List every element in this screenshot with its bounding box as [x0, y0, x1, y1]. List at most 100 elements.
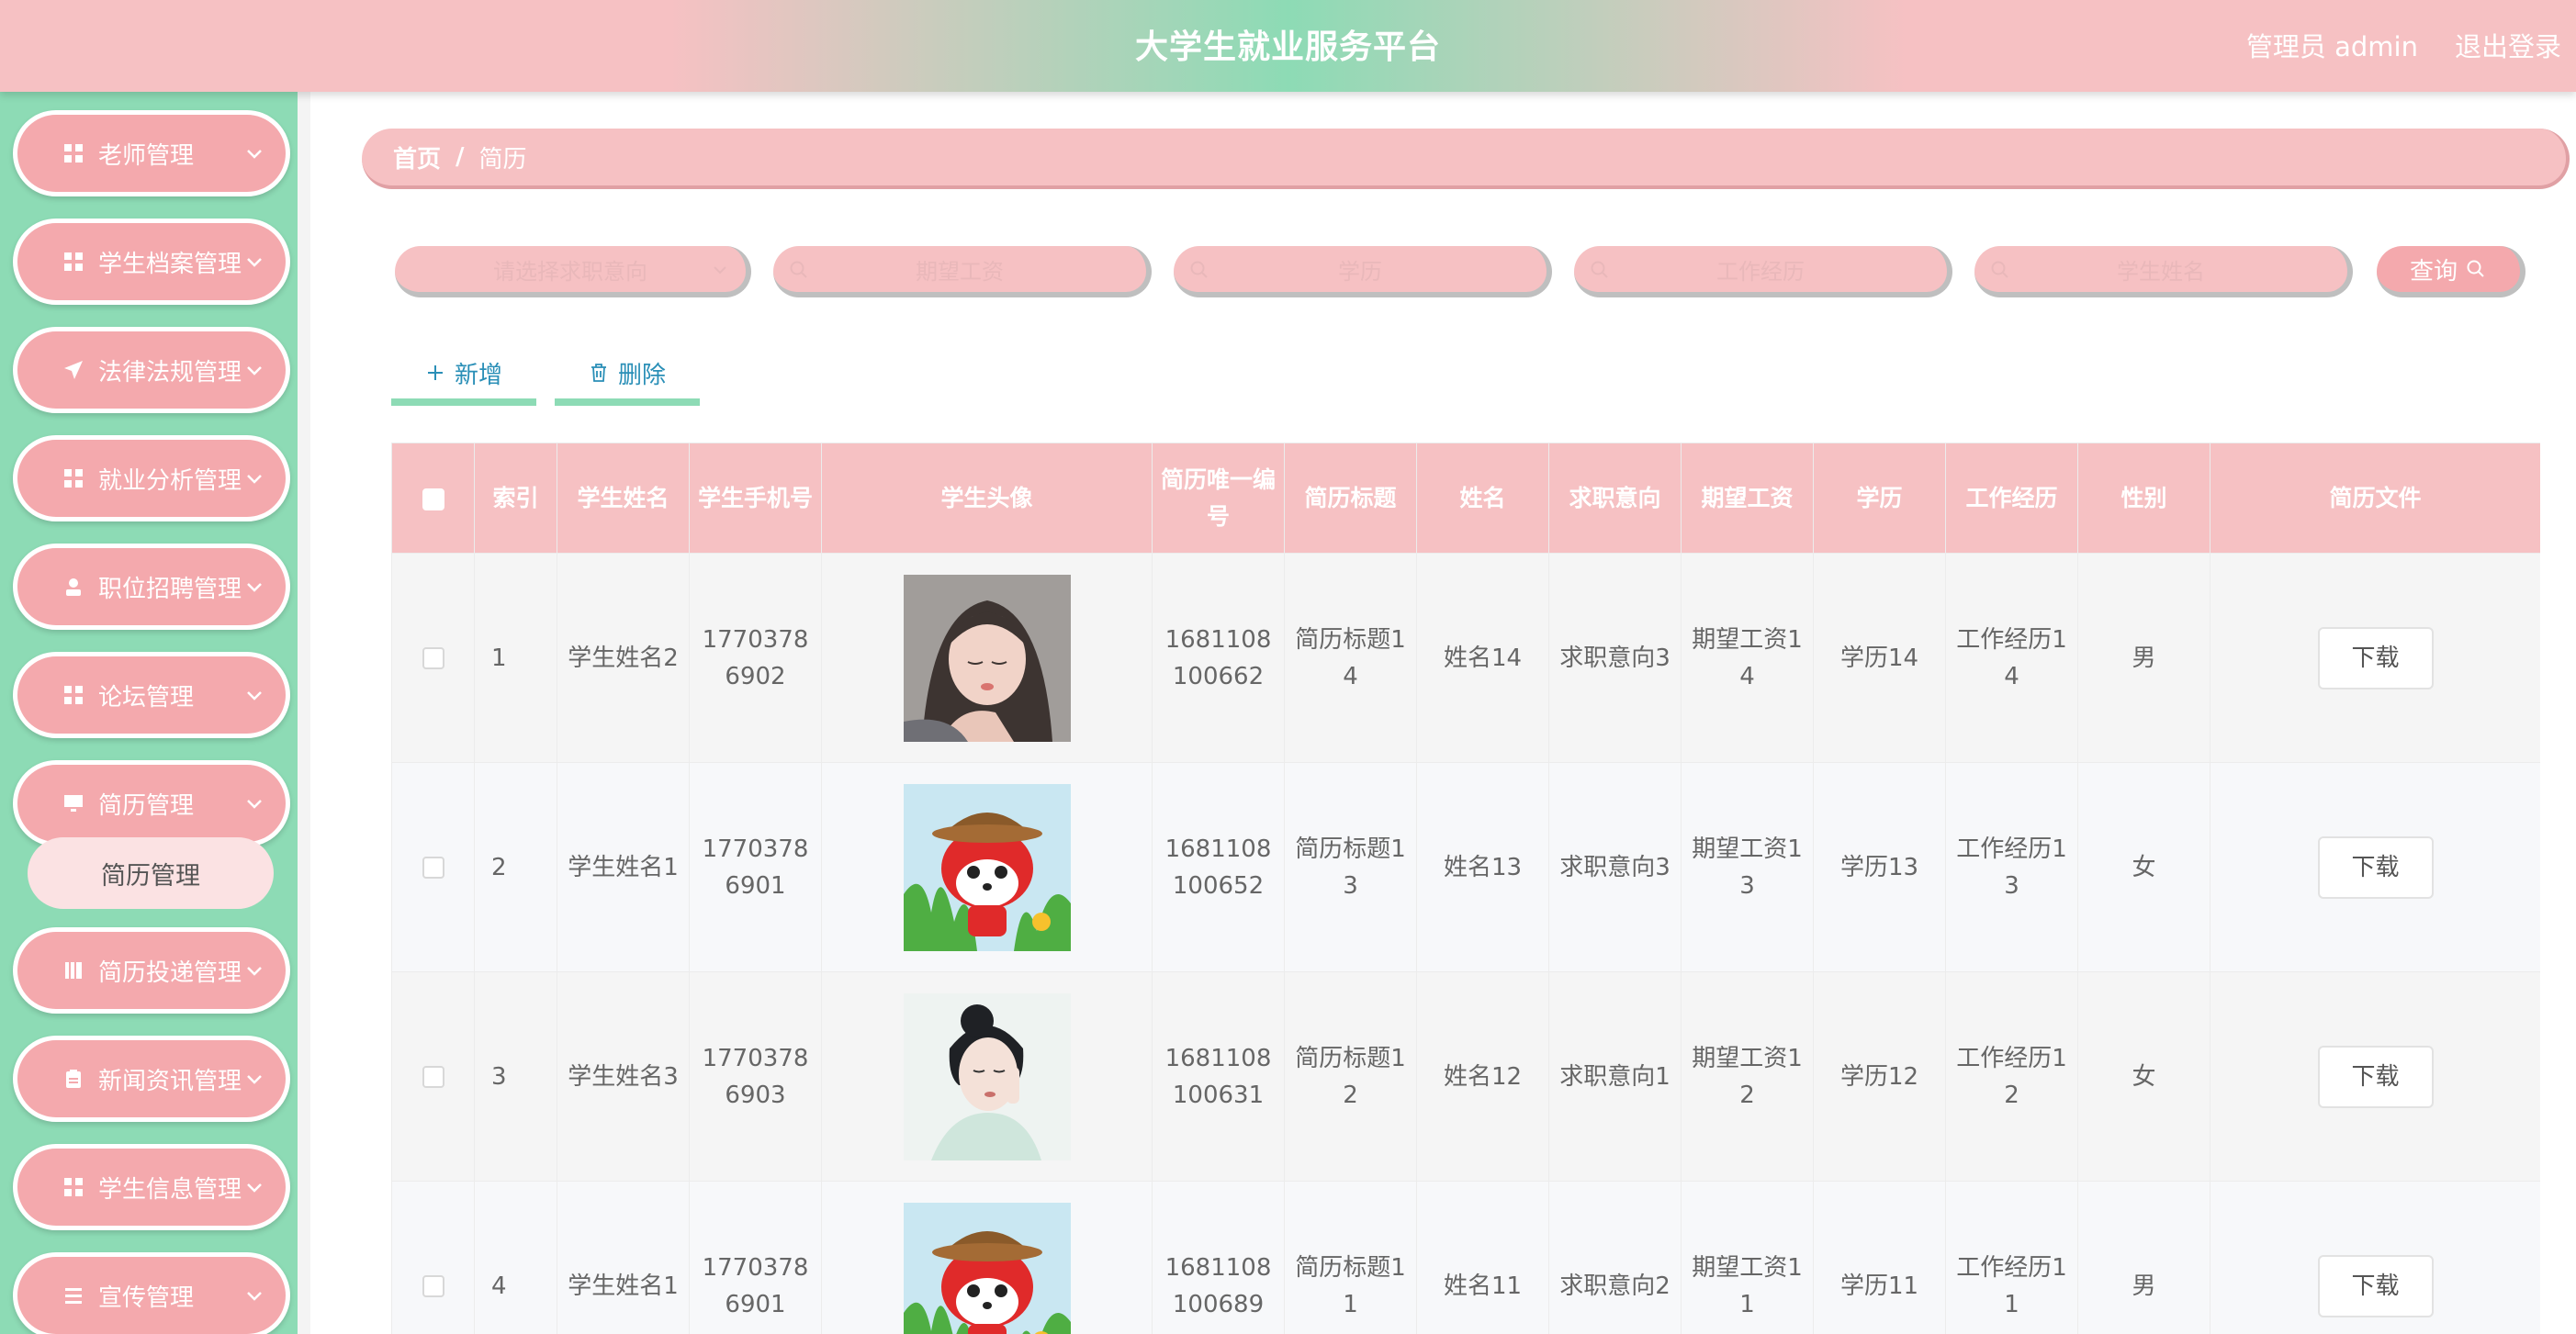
cell-name: 姓名12 — [1416, 971, 1549, 1182]
grid-icon — [60, 1173, 87, 1201]
cell-resume-title: 简历标题13 — [1284, 762, 1417, 972]
download-button[interactable]: 下载 — [2317, 1045, 2434, 1108]
send-icon — [60, 356, 87, 384]
search-icon — [1591, 261, 1608, 278]
experience-placeholder: 工作经历 — [1716, 258, 1805, 285]
cell-education: 学历14 — [1813, 553, 1946, 763]
resume-table: 索引 学生姓名 学生手机号 学生头像 简历唯一编号 简历标题 姓名 求职意向 期… — [391, 443, 2540, 1334]
select-all-checkbox[interactable] — [422, 488, 444, 510]
row-checkbox[interactable] — [422, 857, 444, 879]
chevron-down-icon — [247, 800, 262, 809]
download-button[interactable]: 下载 — [2317, 626, 2434, 689]
header-experience: 工作经历 — [1945, 443, 2078, 554]
add-button[interactable]: 新增 — [391, 347, 536, 406]
row-checkbox[interactable] — [422, 1275, 444, 1297]
education-input[interactable]: 学历 — [1174, 246, 1552, 297]
breadcrumb-home[interactable]: 首页 — [393, 140, 441, 174]
sidebar-item-laws[interactable]: 法律法规管理 — [13, 327, 290, 413]
cell-phone: 17703786902 — [689, 553, 822, 763]
cell-phone: 17703786901 — [689, 1181, 822, 1334]
chevron-down-icon — [247, 583, 262, 592]
chevron-down-icon — [247, 1183, 262, 1193]
table-row: 1 学生姓名2 17703786902 1681108100662 简历标题14… — [391, 553, 2540, 763]
chevron-down-icon — [714, 266, 726, 275]
cell-avatar — [821, 971, 1153, 1182]
header-select-all[interactable] — [391, 443, 475, 554]
cell-student-name: 学生姓名1 — [557, 1181, 690, 1334]
chevron-down-icon — [247, 967, 262, 976]
header-name: 姓名 — [1416, 443, 1549, 554]
row-checkbox[interactable] — [422, 1066, 444, 1088]
experience-input[interactable]: 工作经历 — [1574, 246, 1952, 297]
cell-resume-id: 1681108100631 — [1152, 971, 1285, 1182]
table-header-row: 索引 学生姓名 学生手机号 学生头像 简历唯一编号 简历标题 姓名 求职意向 期… — [391, 443, 2540, 554]
submenu-item-resume[interactable]: 简历管理 — [28, 837, 274, 909]
search-icon — [1190, 261, 1208, 278]
header-resume-id: 简历唯一编号 — [1152, 443, 1285, 554]
row-checkbox-cell[interactable] — [391, 1181, 475, 1334]
cell-phone: 17703786903 — [689, 971, 822, 1182]
delete-button[interactable]: 删除 — [555, 347, 700, 406]
cell-gender: 男 — [2077, 553, 2210, 763]
row-checkbox-cell[interactable] — [391, 762, 475, 972]
cell-resume-id: 1681108100662 — [1152, 553, 1285, 763]
cell-index: 3 — [474, 971, 557, 1182]
sidebar-item-resume-delivery[interactable]: 简历投递管理 — [13, 927, 290, 1014]
cell-job-intent: 求职意向3 — [1548, 553, 1682, 763]
cell-resume-file: 下载 — [2210, 1181, 2540, 1334]
salary-input[interactable]: 期望工资 — [773, 246, 1152, 297]
search-icon — [1991, 261, 2008, 278]
cell-salary: 期望工资13 — [1681, 762, 1814, 972]
sidebar-item-teachers[interactable]: 老师管理 — [13, 110, 290, 196]
query-button[interactable]: 查询 — [2377, 246, 2525, 297]
student-name-input[interactable]: 学生姓名 — [1974, 246, 2353, 297]
grid-icon — [60, 681, 87, 709]
sidebar-item-student-archives[interactable]: 学生档案管理 — [13, 219, 290, 305]
row-checkbox-cell[interactable] — [391, 553, 475, 763]
sidebar: 老师管理 学生档案管理 法律法规管理 就业分析管理 职位招聘管理 论坛管理 简历… — [0, 92, 310, 1334]
cell-avatar — [821, 762, 1153, 972]
cell-education: 学历13 — [1813, 762, 1946, 972]
cell-resume-file: 下载 — [2210, 553, 2540, 763]
job-intent-select[interactable]: 请选择求职意向 — [395, 246, 751, 297]
cell-gender: 女 — [2077, 971, 2210, 1182]
cell-experience: 工作经历12 — [1945, 971, 2078, 1182]
cell-experience: 工作经历13 — [1945, 762, 2078, 972]
cell-resume-title: 简历标题12 — [1284, 971, 1417, 1182]
header-expected-salary: 期望工资 — [1681, 443, 1814, 554]
cell-name: 姓名14 — [1416, 553, 1549, 763]
header-index: 索引 — [474, 443, 557, 554]
chevron-down-icon — [247, 1075, 262, 1084]
app-title: 大学生就业服务平台 — [1134, 28, 1441, 66]
cell-resume-file: 下载 — [2210, 762, 2540, 972]
sidebar-item-news[interactable]: 新闻资讯管理 — [13, 1036, 290, 1122]
cartoon-fox-icon — [903, 1202, 1071, 1334]
photo-woman-icon — [903, 992, 1071, 1160]
cell-salary: 期望工资14 — [1681, 553, 1814, 763]
sidebar-item-job-recruitment[interactable]: 职位招聘管理 — [13, 544, 290, 630]
cartoon-fox-icon — [903, 783, 1071, 951]
sidebar-item-student-info[interactable]: 学生信息管理 — [13, 1144, 290, 1230]
row-checkbox[interactable] — [422, 647, 444, 669]
download-button[interactable]: 下载 — [2317, 835, 2434, 899]
row-checkbox-cell[interactable] — [391, 971, 475, 1182]
cell-student-name: 学生姓名1 — [557, 762, 690, 972]
cell-gender: 女 — [2077, 762, 2210, 972]
salary-placeholder: 期望工资 — [916, 258, 1004, 285]
table-row: 4 学生姓名1 17703786901 1681108100689 简历标题11… — [391, 1181, 2540, 1334]
sidebar-item-forum[interactable]: 论坛管理 — [13, 652, 290, 738]
search-icon — [2467, 260, 2484, 277]
query-label: 查询 — [2409, 257, 2458, 286]
sidebar-item-resume[interactable]: 简历管理 — [13, 760, 290, 846]
download-button[interactable]: 下载 — [2317, 1254, 2434, 1317]
sidebar-item-employment-analysis[interactable]: 就业分析管理 — [13, 435, 290, 521]
cell-salary: 期望工资12 — [1681, 971, 1814, 1182]
cell-experience: 工作经历11 — [1945, 1181, 2078, 1334]
logout-button[interactable]: 退出登录 — [2455, 26, 2561, 64]
education-placeholder: 学历 — [1338, 258, 1382, 285]
cell-job-intent: 求职意向1 — [1548, 971, 1682, 1182]
header-student-avatar: 学生头像 — [821, 443, 1153, 554]
cell-job-intent: 求职意向3 — [1548, 762, 1682, 972]
sidebar-item-promotion[interactable]: 宣传管理 — [13, 1252, 290, 1334]
trash-icon — [591, 364, 606, 382]
